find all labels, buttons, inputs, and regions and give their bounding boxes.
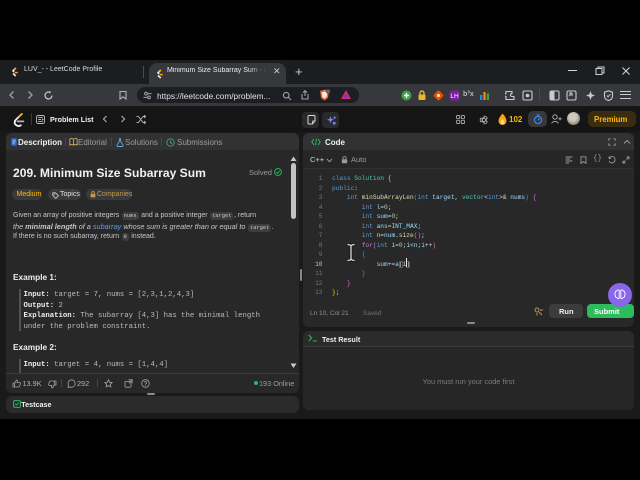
svg-text:LH: LH [450,93,459,100]
